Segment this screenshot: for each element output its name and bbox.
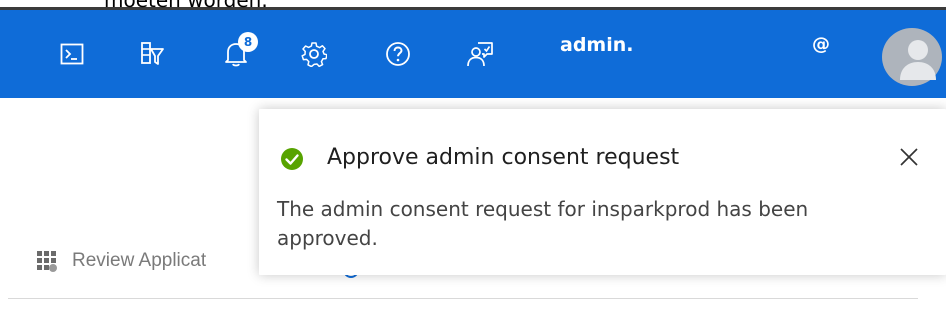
help-icon (386, 42, 410, 66)
notification-count-badge: 8 (238, 32, 258, 52)
avatar[interactable] (878, 28, 946, 86)
directory-filter-icon (141, 42, 164, 65)
review-applications-item[interactable]: Review Applicat (36, 250, 206, 272)
portal-header: 8 admin. @ (0, 10, 946, 98)
cut-off-text: moeten worden. (104, 0, 268, 10)
help-button[interactable] (376, 10, 420, 98)
close-button[interactable] (893, 141, 925, 173)
settings-icon (301, 42, 327, 67)
feedback-button[interactable] (458, 10, 502, 98)
feedback-icon (467, 42, 493, 67)
account-name[interactable]: admin. (560, 34, 633, 56)
user-avatar-icon (882, 28, 942, 86)
toast-title: Approve admin consent request (327, 145, 680, 170)
notification-toast[interactable]: Approve admin consent request The admin … (259, 109, 946, 275)
directory-filter-button[interactable] (130, 10, 174, 98)
top-strip: moeten worden. (0, 0, 946, 10)
account-tenant[interactable]: @ (812, 34, 830, 55)
cloud-shell-icon (60, 43, 84, 65)
application-grid-icon (37, 251, 57, 272)
cloud-shell-button[interactable] (50, 10, 94, 98)
success-check-icon (281, 148, 303, 170)
settings-button[interactable] (292, 10, 336, 98)
close-icon (900, 148, 918, 166)
content-divider (8, 298, 918, 299)
review-applications-label: Review Applicat (72, 250, 207, 271)
notifications-button[interactable]: 8 (214, 10, 258, 98)
toast-message: The admin consent request for insparkpro… (277, 197, 809, 250)
